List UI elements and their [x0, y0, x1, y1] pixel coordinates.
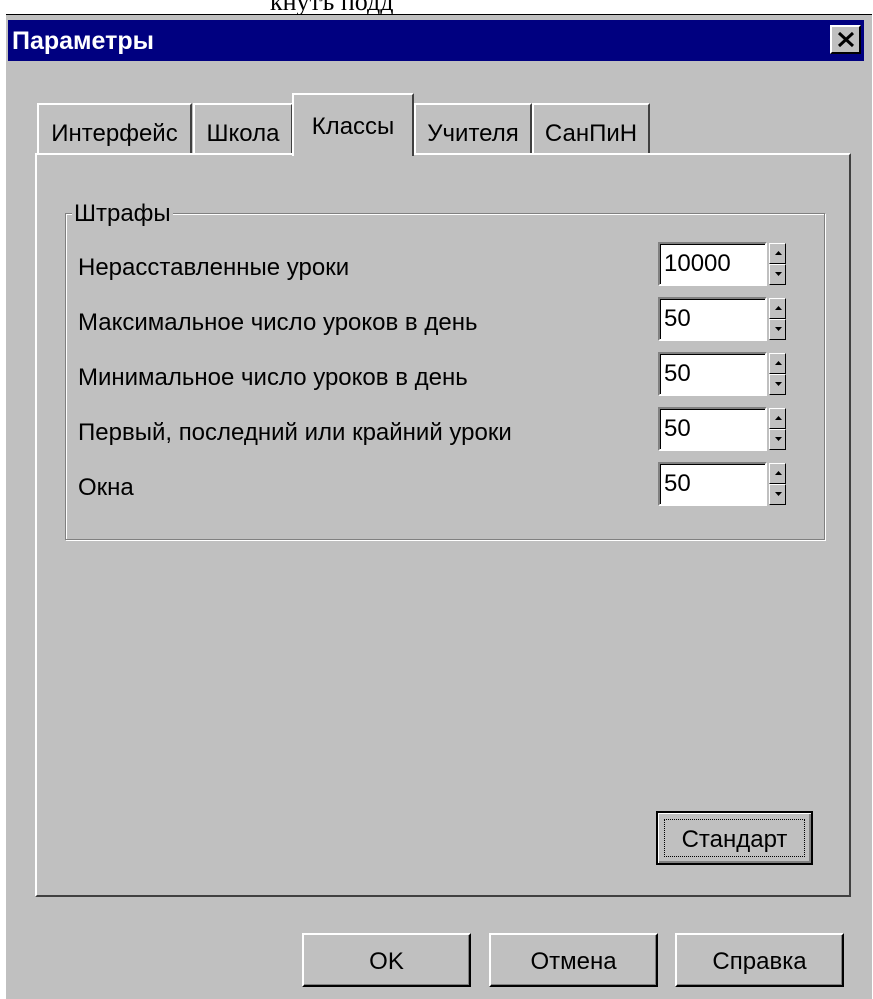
penalty-label: Окна [78, 474, 134, 501]
spin-buttons [769, 463, 786, 505]
background-text-fragment: кнутъ подд [0, 0, 873, 14]
cancel-button-label: Отмена [530, 948, 617, 975]
help-button-label: Справка [712, 948, 807, 975]
spin-down-button[interactable] [769, 319, 786, 340]
arrow-down-icon [775, 327, 782, 331]
penalty-label: Максимальное число уроков в день [78, 309, 478, 336]
spin-down-button[interactable] [769, 429, 786, 450]
close-icon [837, 31, 855, 48]
penalty-label: Нерасставленные уроки [78, 254, 350, 281]
window-title: Параметры [12, 27, 154, 55]
tab-label: Учителя [427, 120, 519, 147]
ok-button[interactable]: OK [302, 933, 471, 987]
arrow-down-icon [775, 437, 782, 441]
ok-button-label: OK [369, 948, 404, 975]
spin-up-button[interactable] [769, 353, 786, 374]
parameters-dialog: Параметры Интерфейс Школа Классы Учителя… [6, 14, 872, 999]
arrow-down-icon [775, 382, 782, 386]
spin-up-button[interactable] [769, 298, 786, 319]
tab-interface[interactable]: Интерфейс [37, 103, 192, 154]
penalty-input[interactable]: 50 [658, 407, 767, 451]
spin-up-button[interactable] [769, 463, 786, 484]
penalty-input[interactable]: 50 [658, 297, 767, 341]
tab-panel-classes: Штрафы Нерасставленные уроки 10000 Макси… [35, 153, 851, 897]
penalty-label: Первый, последний или крайний уроки [78, 419, 512, 446]
arrow-up-icon [775, 361, 782, 365]
close-button[interactable] [830, 25, 861, 54]
spin-buttons [769, 243, 786, 285]
arrow-up-icon [775, 416, 782, 420]
spin-down-button[interactable] [769, 484, 786, 505]
arrow-up-icon [775, 471, 782, 475]
penalty-label: Минимальное число уроков в день [78, 364, 468, 391]
tab-label: Классы [311, 113, 395, 140]
arrow-down-icon [775, 272, 782, 276]
background-text: кнутъ подд [270, 0, 393, 14]
spin-buttons [769, 298, 786, 340]
spin-buttons [769, 353, 786, 395]
spin-down-button[interactable] [769, 374, 786, 395]
standard-button-label: Стандарт [681, 826, 788, 853]
spin-up-button[interactable] [769, 243, 786, 264]
tab-sanpin[interactable]: СанПиН [532, 103, 650, 154]
tab-label: СанПиН [544, 120, 638, 147]
spin-buttons [769, 408, 786, 450]
tab-label: Школа [206, 120, 280, 147]
penalties-group: Штрафы Нерасставленные уроки 10000 Макси… [65, 200, 825, 540]
spin-down-button[interactable] [769, 264, 786, 285]
title-bar[interactable]: Параметры [8, 20, 864, 61]
tab-school[interactable]: Школа [193, 103, 293, 154]
arrow-down-icon [775, 492, 782, 496]
group-title: Штрафы [72, 200, 173, 228]
arrow-up-icon [775, 251, 782, 255]
help-button[interactable]: Справка [675, 933, 844, 987]
standard-button[interactable]: Стандарт [656, 811, 813, 865]
arrow-up-icon [775, 306, 782, 310]
cancel-button[interactable]: Отмена [489, 933, 658, 987]
tab-label: Интерфейс [51, 120, 178, 147]
penalty-input[interactable]: 50 [658, 352, 767, 396]
penalty-input[interactable]: 50 [658, 462, 767, 506]
penalty-input[interactable]: 10000 [658, 242, 767, 286]
tab-classes[interactable]: Классы [292, 93, 414, 156]
tab-teachers[interactable]: Учителя [414, 103, 532, 154]
spin-up-button[interactable] [769, 408, 786, 429]
